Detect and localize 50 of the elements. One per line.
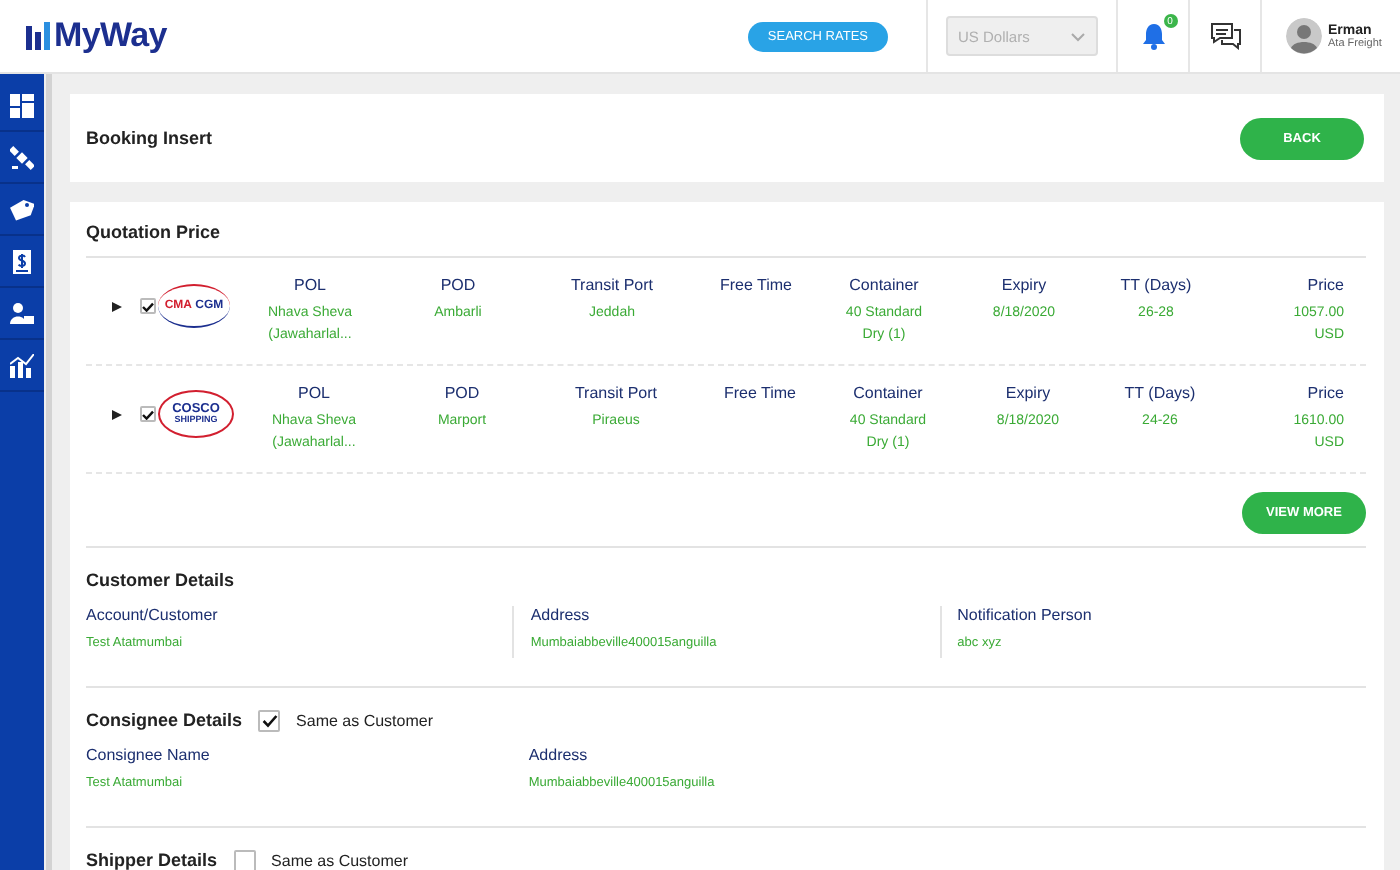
checkmark-icon (142, 409, 154, 419)
bar-chart-icon (26, 22, 50, 50)
column-label: Container (849, 276, 919, 294)
column-label: TT (Days) (1124, 384, 1196, 402)
tag-icon[interactable] (10, 197, 34, 221)
app-logo[interactable]: MyWay (54, 16, 167, 56)
person-card-icon[interactable] (10, 301, 34, 325)
field-label: Consignee Name (86, 746, 212, 764)
field-label: Address (530, 606, 592, 624)
section-title: Consignee Details (86, 710, 243, 730)
dashboard-icon[interactable] (10, 93, 34, 117)
checkbox-label: Same as Customer (296, 711, 433, 729)
checkbox[interactable] (233, 849, 256, 870)
column-label: Free Time (723, 384, 796, 402)
checkmark-icon (142, 301, 154, 311)
field-label: Notification Person (957, 606, 1094, 624)
chart-icon[interactable] (10, 353, 34, 377)
checkbox[interactable] (258, 709, 281, 731)
chat-icon[interactable] (1209, 22, 1241, 50)
scrollbar[interactable] (46, 74, 52, 870)
column-label: Transit Port (574, 384, 658, 402)
page-title: Booking Insert (86, 128, 213, 148)
column-label: Container (853, 384, 923, 402)
section-title: Customer Details (86, 570, 235, 590)
column-label: Free Time (719, 276, 792, 294)
checkmark-icon (261, 713, 278, 727)
column-label: POL (293, 276, 326, 294)
column-label: POL (297, 384, 330, 402)
column-label: Transit Port (570, 276, 654, 294)
dollar-document-icon[interactable] (10, 249, 34, 273)
column-label: Price (1307, 384, 1344, 402)
column-label: Expiry (1001, 276, 1047, 294)
expand-icon[interactable] (112, 410, 122, 420)
field-label: Account/Customer (86, 606, 220, 624)
column-label: TT (Days) (1120, 276, 1192, 294)
avatar-icon[interactable] (1286, 18, 1322, 54)
column-label: POD (440, 276, 476, 294)
chevron-down-icon (1070, 31, 1086, 41)
bell-icon[interactable] (1141, 22, 1165, 50)
expand-icon[interactable] (112, 302, 122, 312)
satellite-icon[interactable] (10, 145, 34, 169)
checkbox[interactable] (140, 406, 156, 422)
field-label: Address (528, 746, 590, 764)
section-title: Quotation Price (86, 202, 1366, 258)
checkbox-label: Same as Customer (271, 851, 408, 869)
checkbox[interactable] (140, 298, 156, 314)
column-label: Price (1307, 276, 1344, 294)
section-title: Shipper Details (86, 850, 218, 870)
column-label: Expiry (1005, 384, 1051, 402)
column-label: POD (444, 384, 480, 402)
